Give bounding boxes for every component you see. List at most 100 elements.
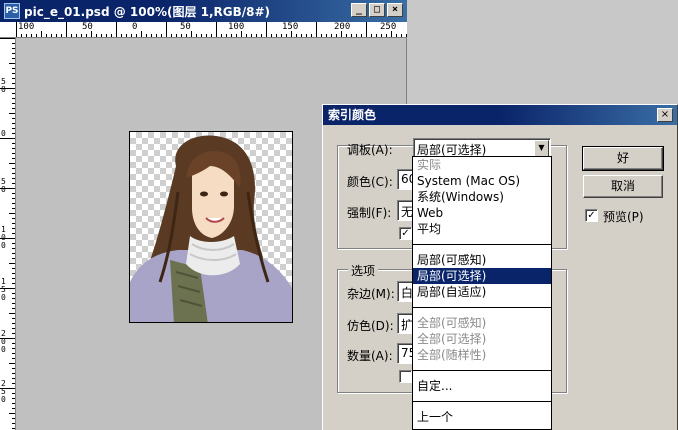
ruler-tick [12, 368, 15, 369]
ruler-tick [12, 208, 15, 209]
ruler-tick [12, 378, 15, 379]
ruler-tick [336, 34, 337, 37]
matte-label: 杂边(M): [347, 287, 395, 301]
ruler-tick [12, 248, 15, 249]
ruler-tick [12, 283, 15, 284]
ruler-tick [12, 123, 15, 124]
ruler-tick [126, 34, 127, 37]
ruler-tick [12, 148, 15, 149]
dropdown-item-custom[interactable]: 自定... [413, 378, 551, 394]
ok-button[interactable]: 好 [582, 146, 664, 171]
dropdown-separator [413, 307, 551, 308]
ruler-tick [0, 38, 15, 39]
ruler-tick [12, 78, 15, 79]
ruler-tick [86, 34, 87, 37]
ruler-tick [166, 22, 167, 37]
dialog-close-button[interactable]: × [657, 108, 673, 122]
ruler-horizontal[interactable]: 100 50 0 50 100 150 200 250 [0, 22, 407, 38]
close-button[interactable]: × [387, 3, 403, 17]
ruler-tick [9, 113, 15, 114]
ruler-tick [111, 34, 112, 37]
preview-checkbox[interactable]: ✓ [585, 209, 598, 222]
minimize-button[interactable]: _ [351, 3, 367, 17]
cancel-button[interactable]: 取消 [583, 175, 663, 198]
document-image[interactable] [129, 131, 293, 323]
ruler-tick [101, 34, 102, 37]
ruler-tick [191, 31, 192, 37]
document-titlebar[interactable]: PS pic_e_01.psd @ 100%(图层 1,RGB/8#) _ □ … [0, 0, 407, 22]
ruler-label: 100 [18, 22, 35, 32]
dialog-titlebar[interactable]: 索引颜色 [323, 105, 677, 125]
ruler-tick [12, 373, 15, 374]
ruler-tick [9, 213, 15, 214]
ruler-tick [291, 31, 292, 37]
chevron-down-icon[interactable]: ▼ [534, 140, 549, 157]
ruler-vertical[interactable]: 5 0 0 5 0 1 0 0 1 5 0 2 0 0 2 5 0 [0, 38, 16, 430]
ruler-tick [16, 22, 17, 37]
ruler-tick [12, 118, 15, 119]
ruler-tick [12, 293, 15, 294]
ruler-label: 2 5 0 [1, 379, 6, 404]
ruler-tick [56, 34, 57, 37]
ruler-tick [186, 34, 187, 37]
dialog-title: 索引颜色 [328, 108, 377, 122]
ruler-tick [116, 22, 117, 37]
dropdown-item-system-mac[interactable]: System (Mac OS) [413, 173, 551, 189]
ruler-tick [251, 34, 252, 37]
ruler-tick [371, 34, 372, 37]
dropdown-item-master-perceptual: 全部(可感知) [417, 316, 487, 330]
dropdown-item-local-perceptual[interactable]: 局部(可感知) [413, 252, 551, 268]
ruler-tick [0, 188, 15, 189]
ruler-tick [12, 308, 15, 309]
dropdown-item-web[interactable]: Web [413, 205, 551, 221]
ruler-tick [12, 383, 15, 384]
ruler-tick [321, 34, 322, 37]
ruler-label: 50 [180, 22, 191, 32]
ruler-tick [181, 34, 182, 37]
dropdown-item-local-selective[interactable]: 局部(可选择) [413, 268, 551, 284]
ruler-tick [12, 298, 15, 299]
dropdown-item-previous[interactable]: 上一个 [413, 409, 551, 425]
ruler-tick [12, 218, 15, 219]
ruler-label: 250 [380, 22, 397, 32]
ruler-tick [21, 34, 22, 37]
ruler-tick [12, 318, 15, 319]
ruler-tick [236, 34, 237, 37]
ruler-tick [12, 183, 15, 184]
ruler-tick [12, 128, 15, 129]
dropdown-item-system-windows[interactable]: 系统(Windows) [413, 189, 551, 205]
ruler-tick [346, 34, 347, 37]
ruler-tick [0, 88, 15, 89]
ruler-tick [281, 34, 282, 37]
ruler-tick [41, 31, 42, 37]
dropdown-item-exact: 实际 [417, 158, 442, 172]
dropdown-item-local-adaptive[interactable]: 局部(自适应) [413, 284, 551, 300]
ruler-tick [161, 34, 162, 37]
ruler-tick [66, 22, 67, 37]
ruler-tick [9, 363, 15, 364]
preserve-colors-checkbox[interactable] [399, 370, 412, 383]
ruler-tick [9, 413, 15, 414]
ruler-tick [9, 63, 15, 64]
ruler-tick [12, 393, 15, 394]
ruler-tick [221, 34, 222, 37]
dropdown-item-uniform[interactable]: 平均 [413, 221, 551, 237]
ruler-tick [261, 34, 262, 37]
ruler-tick [12, 398, 15, 399]
ruler-tick [326, 34, 327, 37]
dropdown-item-master-selective: 全部(可选择) [417, 332, 487, 346]
ruler-tick [91, 31, 92, 37]
ruler-tick [201, 34, 202, 37]
ruler-tick [0, 288, 15, 289]
transparency-checkbox[interactable]: ✓ [399, 227, 412, 240]
ruler-tick [276, 34, 277, 37]
ruler-tick [12, 98, 15, 99]
ruler-tick [151, 34, 152, 37]
ruler-tick [9, 313, 15, 314]
ruler-tick [0, 338, 15, 339]
ruler-tick [12, 73, 15, 74]
ruler-tick [12, 333, 15, 334]
palette-dropdown-list[interactable]: 实际 System (Mac OS) 系统(Windows) Web 平均 局部… [412, 156, 552, 430]
ruler-tick [206, 34, 207, 37]
maximize-button[interactable]: □ [369, 3, 385, 17]
